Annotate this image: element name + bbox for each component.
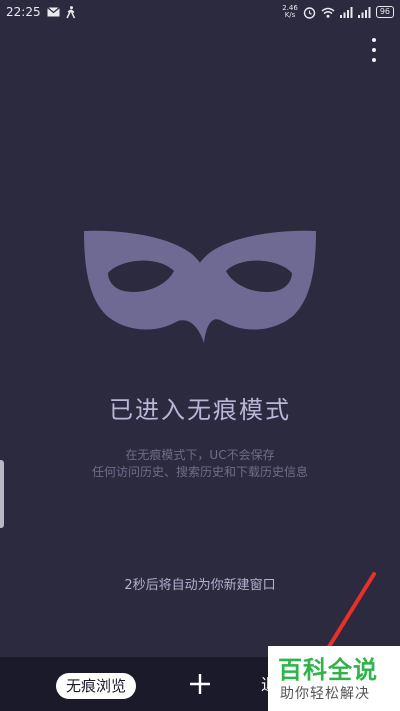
side-drawer-handle[interactable] bbox=[0, 460, 4, 528]
incognito-browse-button[interactable]: 无痕浏览 bbox=[56, 673, 137, 699]
wifi-icon bbox=[321, 7, 335, 18]
mail-icon bbox=[46, 7, 60, 17]
incognito-mask-icon bbox=[84, 230, 316, 343]
add-window-button[interactable] bbox=[186, 669, 214, 699]
incognito-title: 已进入无痕模式 bbox=[109, 396, 291, 424]
status-bar-left: 22:25 bbox=[6, 5, 76, 19]
battery-icon: 96 bbox=[375, 6, 394, 18]
signal-icon-1 bbox=[339, 6, 353, 18]
description-line-1: 在无痕模式下，UC不会保存 bbox=[125, 448, 275, 462]
alarm-icon bbox=[303, 6, 316, 19]
description-line-2: 任何访问历史、搜索历史和下载历史信息 bbox=[91, 465, 308, 479]
menu-dot-icon bbox=[372, 58, 376, 62]
menu-dot-icon bbox=[372, 38, 376, 42]
watermark-logo: 百科全说 助你轻松解决 bbox=[268, 646, 400, 711]
more-menu-button[interactable] bbox=[362, 34, 386, 66]
watermark-brand: 百科全说 bbox=[278, 656, 378, 684]
menu-dot-icon bbox=[372, 48, 376, 52]
incognito-description: 在无痕模式下，UC不会保存 任何访问历史、搜索历史和下载历史信息 bbox=[0, 447, 400, 481]
status-time: 22:25 bbox=[6, 5, 41, 19]
status-bar: 22:25 2.46 K/s 96 bbox=[0, 0, 400, 24]
network-speed-unit: K/s bbox=[284, 11, 296, 19]
walking-icon bbox=[65, 5, 75, 18]
signal-icon-2 bbox=[357, 6, 371, 18]
network-speed: 2.46 K/s bbox=[282, 5, 298, 19]
status-bar-right: 2.46 K/s 96 bbox=[282, 5, 394, 19]
watermark-slogan: 助你轻松解决 bbox=[280, 686, 370, 702]
plus-icon bbox=[190, 674, 210, 694]
